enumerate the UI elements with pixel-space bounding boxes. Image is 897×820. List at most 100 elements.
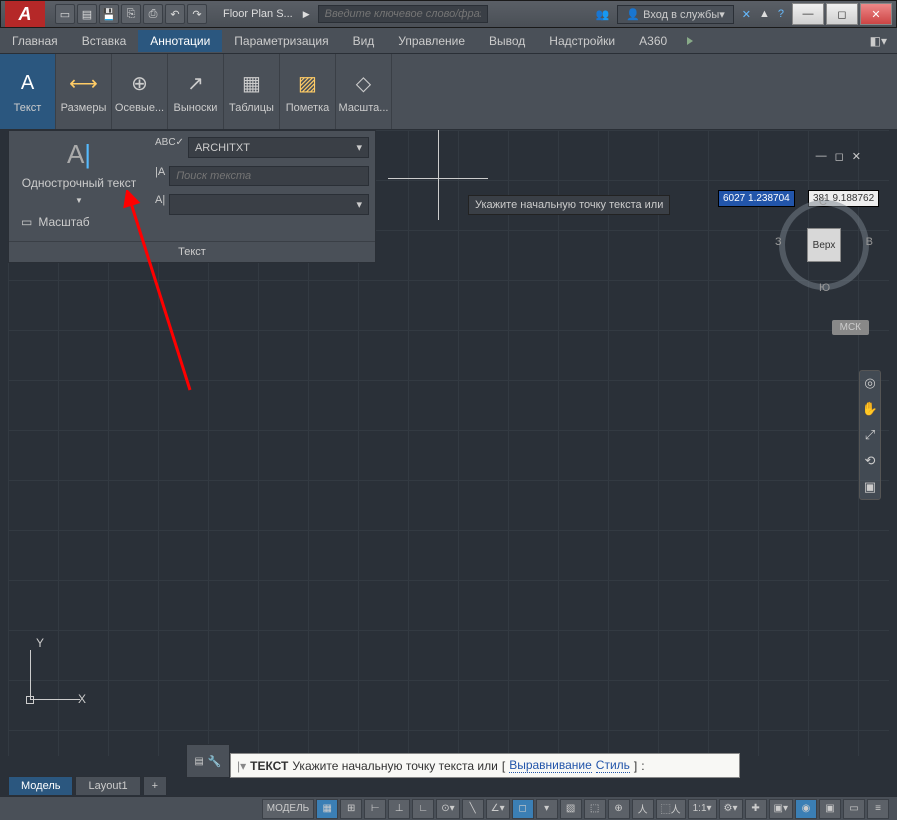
single-line-text-icon: A| <box>67 139 91 170</box>
dyn-toggle[interactable]: ⊥ <box>388 799 410 819</box>
customize-status-button[interactable]: ≡ <box>867 799 889 819</box>
cmd-option-style[interactable]: Стиль <box>596 758 630 773</box>
ucs-icon: Y X <box>22 640 82 700</box>
center-icon: ⊕ <box>126 70 154 98</box>
saveas-icon[interactable]: ⎘ <box>121 4 141 24</box>
model-space-button[interactable]: МОДЕЛЬ <box>262 799 314 819</box>
help-icon[interactable]: ? <box>778 8 784 20</box>
exchange-icon[interactable]: ✕ <box>742 8 751 21</box>
annoscale-toggle[interactable]: 人 <box>632 799 654 819</box>
steering-wheel-icon[interactable]: ◎ <box>864 375 875 391</box>
centerlines-button[interactable]: ⊕Осевые... <box>112 54 168 129</box>
polar-toggle[interactable]: ⊙▾ <box>436 799 459 819</box>
leader-icon: ↗ <box>182 70 210 98</box>
app-icon[interactable]: ▲ <box>759 8 770 20</box>
tab-parametric[interactable]: Параметризация <box>222 30 340 52</box>
navigation-bar: ◎ ✋ ⤢ ⟲ ▣ <box>859 370 881 500</box>
viewcube-top[interactable]: Верх <box>807 228 841 262</box>
app-logo[interactable]: A <box>5 1 45 27</box>
single-line-text-button[interactable]: Однострочный текст <box>22 176 136 190</box>
dynamic-input-prompt: Укажите начальную точку текста или <box>468 195 670 215</box>
text-style-combo[interactable]: ARCHITXT▾ <box>188 137 369 158</box>
text-button[interactable]: AТекст <box>0 54 56 129</box>
infocenter-icon[interactable]: 👥 <box>596 8 610 21</box>
viewcube[interactable]: Верх С Ю В З <box>779 200 869 290</box>
infer-toggle[interactable]: ⊢ <box>364 799 386 819</box>
wcs-badge[interactable]: МСК <box>832 320 869 335</box>
snap-toggle[interactable]: ⊞ <box>340 799 362 819</box>
markup-button[interactable]: ▨Пометка <box>280 54 336 129</box>
text-height-combo[interactable]: ▾ <box>169 194 369 215</box>
customize-icon[interactable]: ▤ <box>194 756 203 767</box>
tab-model[interactable]: Модель <box>8 776 73 795</box>
panel-title[interactable]: Текст <box>9 241 375 262</box>
minimize-button[interactable]: — <box>792 3 824 25</box>
showmotion-icon[interactable]: ▣ <box>864 479 876 495</box>
print-icon[interactable]: ⎙ <box>143 4 163 24</box>
hardware-toggle[interactable]: ◉ <box>795 799 817 819</box>
vp-minimize[interactable]: — <box>816 150 827 163</box>
lineweight-toggle[interactable]: ▾ <box>536 799 558 819</box>
undo-icon[interactable]: ↶ <box>165 4 185 24</box>
find-icon[interactable]: |A <box>155 166 165 190</box>
scale-selector[interactable]: 1:1▾ <box>688 799 717 819</box>
play-icon[interactable] <box>687 37 693 45</box>
tab-layout1[interactable]: Layout1 <box>75 776 140 795</box>
iso-toggle[interactable]: ╲ <box>462 799 484 819</box>
otrack-toggle[interactable]: ◻ <box>512 799 534 819</box>
grid-toggle[interactable]: ▦ <box>316 799 338 819</box>
tab-home[interactable]: Главная <box>0 30 70 52</box>
tab-annotate[interactable]: Аннотации <box>138 30 222 52</box>
dropdown-icon[interactable]: ▶ <box>303 9 310 20</box>
dimensions-button[interactable]: ⟷Размеры <box>56 54 112 129</box>
crosshair-vertical <box>438 130 439 220</box>
ortho-toggle[interactable]: ∟ <box>412 799 434 819</box>
command-line-handle[interactable]: ▤ 🔧 <box>186 744 230 778</box>
open-icon[interactable]: ▤ <box>77 4 97 24</box>
wrench-icon[interactable]: 🔧 <box>208 755 222 768</box>
sign-in-button[interactable]: 👤 Вход в службы▾ <box>617 5 733 24</box>
tab-view[interactable]: Вид <box>341 30 387 52</box>
chevron-down-icon[interactable]: ▼ <box>75 196 83 205</box>
tab-a360[interactable]: A360 <box>627 30 679 52</box>
orbit-icon[interactable]: ⟲ <box>865 453 876 469</box>
scale-item[interactable]: ▭ Масштаб <box>17 211 94 233</box>
spellcheck-icon[interactable]: ABC✓ <box>155 137 184 162</box>
osnap-toggle[interactable]: ∠▾ <box>486 799 510 819</box>
ui-lock-toggle[interactable]: ▣▾ <box>769 799 793 819</box>
text-height-icon[interactable]: A| <box>155 194 165 219</box>
scale-button[interactable]: ◇Масшта... <box>336 54 392 129</box>
close-button[interactable]: ✕ <box>860 3 892 25</box>
cmd-option-justify[interactable]: Выравнивание <box>509 758 592 773</box>
tab-insert[interactable]: Вставка <box>70 30 139 52</box>
tab-output[interactable]: Вывод <box>477 30 537 52</box>
pan-icon[interactable]: ✋ <box>862 401 878 417</box>
search-input[interactable] <box>318 5 488 23</box>
dimension-icon: ⟷ <box>70 70 98 98</box>
annomonitor-toggle[interactable]: ⊕ <box>608 799 630 819</box>
save-icon[interactable]: 💾 <box>99 4 119 24</box>
tab-addins[interactable]: Надстройки <box>537 30 627 52</box>
transparency-toggle[interactable]: ▧ <box>560 799 582 819</box>
text-search-input[interactable] <box>169 166 369 186</box>
auto-toggle[interactable]: ⬚人 <box>656 799 686 819</box>
zoom-icon[interactable]: ⤢ <box>865 427 875 443</box>
tab-manage[interactable]: Управление <box>386 30 477 52</box>
workspace-toggle[interactable]: ⚙▾ <box>719 799 743 819</box>
panel-toggle-icon[interactable]: ◧▾ <box>870 34 897 48</box>
redo-icon[interactable]: ↷ <box>187 4 207 24</box>
add-layout-button[interactable]: + <box>143 776 167 795</box>
vp-close[interactable]: ✕ <box>852 150 861 163</box>
cycling-toggle[interactable]: ⬚ <box>584 799 606 819</box>
cleanscreen-toggle[interactable]: ▭ <box>843 799 865 819</box>
leaders-button[interactable]: ↗Выноски <box>168 54 224 129</box>
markup-icon: ▨ <box>294 70 322 98</box>
maximize-button[interactable]: ◻ <box>826 3 858 25</box>
new-icon[interactable]: ▭ <box>55 4 75 24</box>
scale-icon: ◇ <box>350 70 378 98</box>
command-line[interactable]: |▾ ТЕКСТ Укажите начальную точку текста … <box>230 753 740 778</box>
tables-button[interactable]: ▦Таблицы <box>224 54 280 129</box>
vp-restore[interactable]: ◻ <box>835 150 844 163</box>
quickprops-toggle[interactable]: ✚ <box>745 799 767 819</box>
isolate-toggle[interactable]: ▣ <box>819 799 841 819</box>
